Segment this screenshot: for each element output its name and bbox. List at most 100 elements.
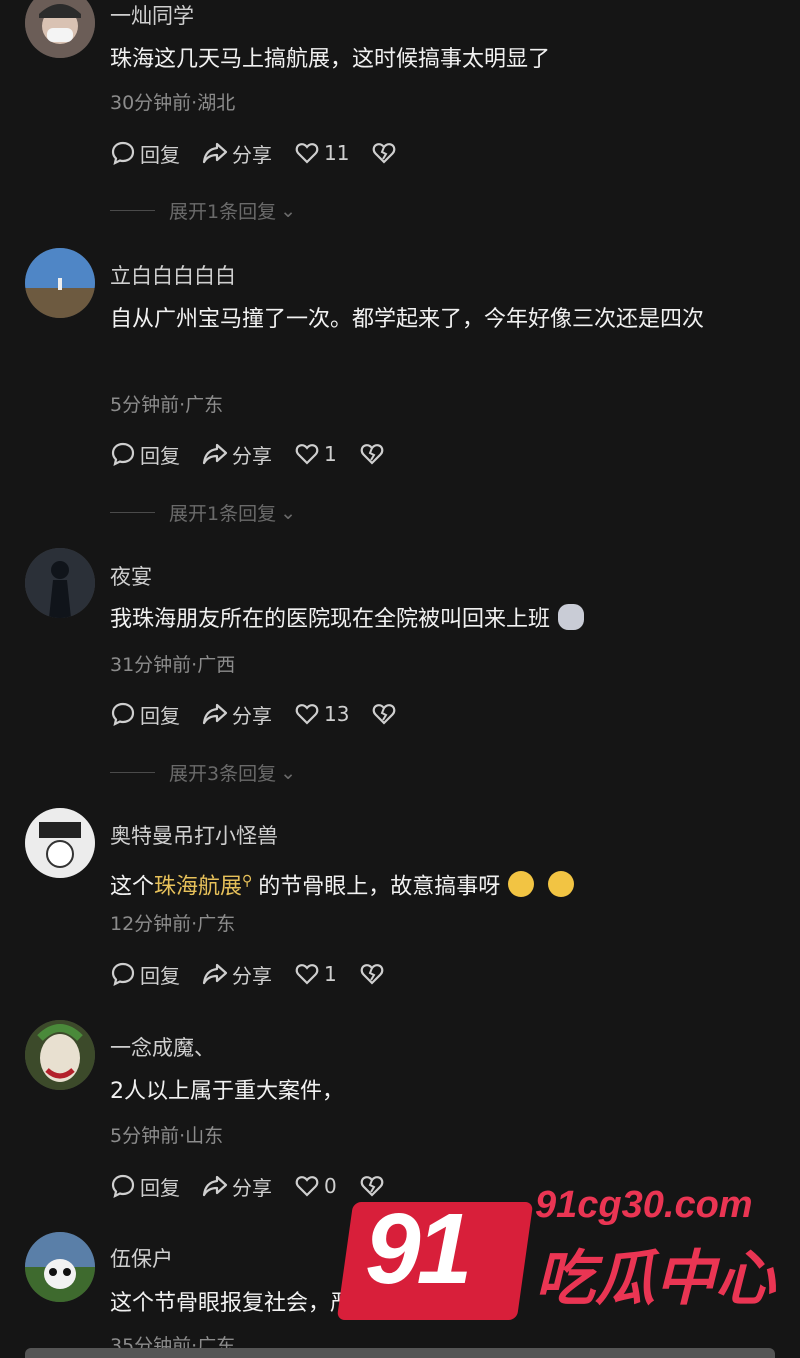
comment-meta: 5分钟前·山东 <box>110 1125 224 1147</box>
comment-actions: 回复 分享 1 <box>110 439 411 469</box>
broken-heart-icon <box>360 444 384 465</box>
share-icon <box>202 703 228 725</box>
chevron-down-icon: ⌄ <box>280 761 297 784</box>
smile-emoji-icon <box>548 871 575 898</box>
like-count: 1 <box>324 962 337 986</box>
broken-heart-icon <box>373 143 396 164</box>
comment-actions: 回复 分享 11 <box>110 138 423 168</box>
divider <box>110 772 155 773</box>
like-button[interactable]: 13 <box>294 701 349 727</box>
broken-heart-icon <box>360 964 384 985</box>
username[interactable]: 一灿同学 <box>110 0 194 30</box>
divider <box>110 512 155 513</box>
heart-icon <box>295 704 319 725</box>
avatar[interactable] <box>25 1020 95 1090</box>
topic-link[interactable]: 珠海航展 <box>154 874 242 899</box>
dislike-button[interactable] <box>359 961 389 987</box>
expand-replies[interactable]: 展开1条回复 ⌄ <box>110 197 296 224</box>
search-icon[interactable]: ⚲ <box>242 873 252 889</box>
share-label: 分享 <box>232 1175 272 1200</box>
share-icon <box>202 142 228 164</box>
comment-text-suffix: 的节骨眼上，故意搞事呀 <box>258 874 501 900</box>
comment-meta: 30分钟前·湖北 <box>110 92 236 114</box>
comment-actions: 回复 分享 13 <box>110 699 423 729</box>
like-count: 13 <box>324 702 350 726</box>
comment-meta: 31分钟前·广西 <box>110 654 236 676</box>
like-button[interactable]: 11 <box>294 140 349 166</box>
share-label: 分享 <box>232 963 272 988</box>
chevron-down-icon: ⌄ <box>280 199 297 222</box>
reply-button[interactable]: 回复 <box>110 139 180 168</box>
like-count: 11 <box>324 141 350 165</box>
share-icon <box>202 1175 228 1197</box>
avatar[interactable] <box>25 0 95 58</box>
expand-replies[interactable]: 展开3条回复 ⌄ <box>110 759 296 786</box>
bottom-input-bar[interactable] <box>25 1348 775 1358</box>
comment-text-prefix: 这个 <box>110 874 155 900</box>
reply-icon <box>111 1174 135 1199</box>
expand-label: 展开3条回复 <box>169 763 277 785</box>
heart-icon <box>295 964 319 985</box>
username[interactable]: 伍保户 <box>110 1243 173 1273</box>
comment-text-body: 我珠海朋友所在的医院现在全院被叫回来上班 <box>110 607 551 632</box>
watermark-domain: 91cg30.com <box>535 1184 753 1226</box>
username[interactable]: 立白白白白白 <box>110 260 236 290</box>
comment-meta: 5分钟前·广东 <box>110 394 224 416</box>
watermark-logo: 91 91cg30.com 吃瓜中心 <box>336 1180 795 1350</box>
dislike-button[interactable] <box>371 140 401 166</box>
reply-button[interactable]: 回复 <box>110 700 180 729</box>
heart-icon <box>295 1176 319 1197</box>
reply-button[interactable]: 回复 <box>110 1172 180 1201</box>
dislike-button[interactable] <box>371 701 401 727</box>
share-button[interactable]: 分享 <box>202 700 272 729</box>
like-button[interactable]: 0 <box>294 1173 337 1199</box>
like-button[interactable]: 1 <box>294 961 337 987</box>
reply-icon <box>111 702 135 727</box>
expand-label: 展开1条回复 <box>169 503 277 525</box>
divider <box>110 210 155 211</box>
reply-label: 回复 <box>140 1175 180 1200</box>
share-button[interactable]: 分享 <box>202 1172 272 1201</box>
watermark-number: 91 <box>365 1193 472 1305</box>
comment-text: 我珠海朋友所在的医院现在全院被叫回来上班 <box>110 600 775 640</box>
avatar[interactable] <box>25 548 95 618</box>
share-icon <box>202 443 228 465</box>
share-button[interactable]: 分享 <box>202 139 272 168</box>
avatar[interactable] <box>25 1232 95 1302</box>
reply-button[interactable]: 回复 <box>110 960 180 989</box>
username[interactable]: 夜宴 <box>110 561 152 591</box>
share-label: 分享 <box>232 142 272 167</box>
reply-label: 回复 <box>140 142 180 167</box>
expand-replies[interactable]: 展开1条回复 ⌄ <box>110 499 296 526</box>
smile-emoji-icon <box>508 871 535 898</box>
expand-label: 展开1条回复 <box>169 201 277 223</box>
like-button[interactable]: 1 <box>294 441 337 467</box>
comment-meta: 12分钟前·广东 <box>110 913 236 935</box>
reply-label: 回复 <box>140 443 180 468</box>
chevron-down-icon: ⌄ <box>280 501 297 524</box>
share-button[interactable]: 分享 <box>202 440 272 469</box>
reply-label: 回复 <box>140 703 180 728</box>
broken-heart-icon <box>373 704 396 725</box>
reply-icon <box>111 141 135 166</box>
like-count: 1 <box>324 442 337 466</box>
dislike-button[interactable] <box>359 441 389 467</box>
comment-actions: 回复 分享 1 <box>110 959 411 989</box>
username[interactable]: 一念成魔、 <box>110 1032 215 1062</box>
share-button[interactable]: 分享 <box>202 960 272 989</box>
avatar[interactable] <box>25 808 95 878</box>
reply-label: 回复 <box>140 963 180 988</box>
username[interactable]: 奥特曼吊打小怪兽 <box>110 820 278 850</box>
heart-icon <box>295 143 319 164</box>
comment-text: 自从广州宝马撞了一次。都学起来了，今年好像三次还是四次 <box>110 307 705 332</box>
comment-text: 珠海这几天马上搞航展，这时候搞事太明显了 <box>110 47 551 72</box>
reply-icon <box>111 962 135 987</box>
comment-text: 2人以上属于重大案件， <box>110 1079 344 1104</box>
share-icon <box>202 963 228 985</box>
reply-icon <box>111 442 135 467</box>
watermark-name: 吃瓜中心 <box>535 1244 775 1314</box>
comment-text: 这个珠海航展⚲ 的节骨眼上，故意搞事呀 <box>110 861 775 907</box>
reply-button[interactable]: 回复 <box>110 440 180 469</box>
avatar[interactable] <box>25 248 95 318</box>
share-label: 分享 <box>232 443 272 468</box>
